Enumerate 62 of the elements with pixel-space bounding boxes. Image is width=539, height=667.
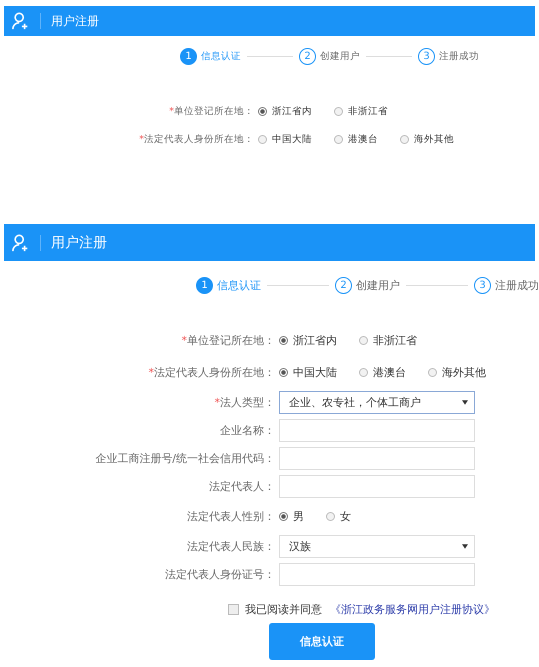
- radio-button[interactable]: [400, 134, 409, 144]
- step-number: 1: [196, 277, 213, 294]
- caret-icon: [462, 544, 468, 548]
- add-user-icon: [12, 12, 30, 30]
- option-label[interactable]: 浙江省内: [272, 104, 312, 118]
- step-number: 1: [180, 48, 197, 65]
- radio-button[interactable]: [279, 512, 288, 520]
- option-label[interactable]: 男: [293, 508, 304, 524]
- option-label[interactable]: 海外其他: [414, 132, 454, 146]
- field-label: 企业工商注册号/统一社会信用代码：: [94, 450, 275, 466]
- field-label: 法定代表人性别：: [186, 508, 275, 524]
- option-label[interactable]: 港澳台: [373, 364, 406, 380]
- page-title: 用户注册: [51, 12, 99, 30]
- agreement-link[interactable]: 《浙江政务服务网用户注册协议》: [330, 602, 495, 617]
- input-field[interactable]: [279, 562, 475, 586]
- field-label: 法定代表人民族：: [186, 538, 275, 554]
- field-label: 企业名称：: [219, 422, 275, 438]
- dropdown[interactable]: 汉族: [279, 534, 475, 558]
- step-label: 注册成功: [439, 50, 479, 63]
- caret-icon: [462, 400, 468, 404]
- option-label[interactable]: 非浙江省: [348, 104, 388, 118]
- radio-button[interactable]: [258, 106, 267, 116]
- option-label[interactable]: 港澳台: [348, 132, 378, 146]
- step-label: 信息认证: [217, 278, 261, 293]
- option-label[interactable]: 女: [340, 508, 351, 524]
- page-title: 用户注册: [51, 234, 107, 252]
- checkbox[interactable]: [228, 604, 239, 615]
- step-number: 3: [418, 48, 435, 65]
- step-number: 3: [474, 277, 491, 294]
- step-label: 创建用户: [320, 50, 360, 63]
- radio-button[interactable]: [279, 368, 288, 376]
- add-user-icon: [12, 234, 30, 252]
- dropdown[interactable]: 企业、农专社，个体工商户: [279, 390, 475, 414]
- option-label[interactable]: 中国大陆: [272, 132, 312, 146]
- field-label: *单位登记所在地：: [168, 104, 254, 118]
- radio-button[interactable]: [359, 368, 368, 376]
- option-label[interactable]: 中国大陆: [293, 364, 337, 380]
- step-label: 信息认证: [201, 50, 241, 63]
- field-label: *法定代表人身份所在地：: [148, 364, 275, 380]
- radio-button[interactable]: [334, 106, 343, 116]
- field-label: 法定代表人：: [208, 478, 275, 494]
- step-number: 2: [299, 48, 316, 65]
- option-label[interactable]: 海外其他: [442, 364, 486, 380]
- option-label[interactable]: 浙江省内: [293, 332, 337, 348]
- step-label: 创建用户: [356, 278, 400, 293]
- input-field[interactable]: [279, 446, 475, 470]
- radio-button[interactable]: [279, 336, 288, 344]
- radio-button[interactable]: [326, 512, 335, 520]
- field-label: 法定代表人身份证号：: [164, 566, 275, 582]
- step-label: 注册成功: [495, 278, 539, 293]
- step-number: 2: [335, 277, 352, 294]
- field-label: *单位登记所在地：: [180, 332, 275, 348]
- radio-button[interactable]: [334, 134, 343, 144]
- radio-button[interactable]: [359, 336, 368, 344]
- radio-button[interactable]: [428, 368, 437, 376]
- agreement-text: 我已阅读并同意: [245, 602, 322, 617]
- option-label[interactable]: 非浙江省: [373, 332, 417, 348]
- input-field[interactable]: [279, 474, 475, 498]
- field-label: *法定代表人身份所在地：: [138, 132, 254, 146]
- field-label: *法人类型：: [214, 394, 275, 410]
- input-field[interactable]: [279, 418, 475, 442]
- radio-button[interactable]: [258, 134, 267, 144]
